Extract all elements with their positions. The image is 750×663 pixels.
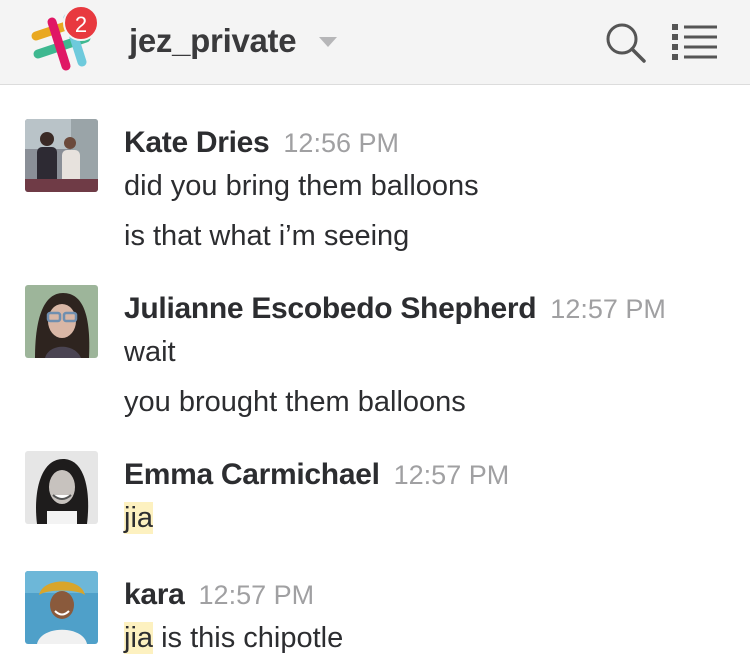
notification-badge: 2: [63, 5, 99, 41]
avatar[interactable]: [25, 451, 98, 524]
message-timestamp[interactable]: 12:57 PM: [199, 580, 315, 610]
message-author[interactable]: kara: [124, 578, 185, 611]
message-timestamp[interactable]: 12:56 PM: [283, 128, 399, 158]
avatar[interactable]: [25, 285, 98, 358]
message-text: did you bring them balloons: [124, 170, 479, 202]
message-author[interactable]: Julianne Escobedo Shepherd: [124, 292, 537, 325]
user-mention[interactable]: jia: [124, 622, 154, 654]
message-text: jia is this chipotle: [124, 622, 343, 655]
message-text: is that what i’m seeing: [124, 220, 410, 252]
caret-down-icon[interactable]: [319, 37, 337, 47]
message-text: jia: [124, 502, 154, 535]
list-menu-icon[interactable]: [670, 22, 718, 62]
message-text: wait: [124, 336, 176, 368]
channel-header: 2 jez_private: [0, 0, 750, 85]
message-timestamp[interactable]: 12:57 PM: [394, 460, 510, 490]
message-timestamp[interactable]: 12:57 PM: [550, 294, 666, 324]
user-mention[interactable]: jia: [124, 502, 154, 534]
avatar[interactable]: [25, 571, 98, 644]
message-text-rest: is this chipotle: [153, 622, 344, 654]
search-icon[interactable]: [603, 20, 647, 64]
avatar[interactable]: [25, 119, 98, 192]
message-author[interactable]: Kate Dries: [124, 126, 270, 159]
channel-title[interactable]: jez_private: [129, 22, 297, 60]
message-author[interactable]: Emma Carmichael: [124, 458, 380, 491]
message-text: you brought them balloons: [124, 386, 466, 418]
